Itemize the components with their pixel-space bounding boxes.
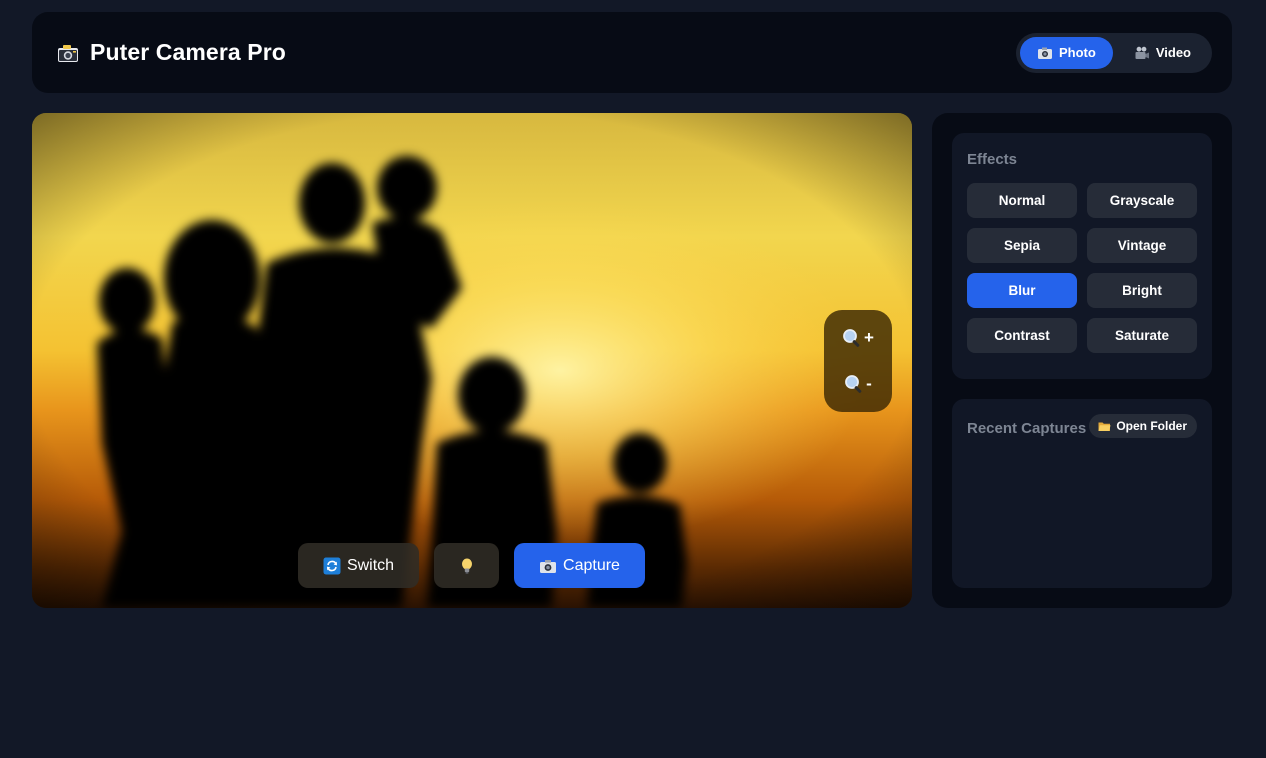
mode-photo-label: Photo	[1059, 45, 1096, 60]
zoom-in-button[interactable]: +	[838, 322, 878, 354]
effect-normal-button[interactable]: Normal	[967, 183, 1077, 218]
recent-captures-panel: Recent Captures Open Folder	[952, 399, 1212, 588]
effect-contrast-button[interactable]: Contrast	[967, 318, 1077, 353]
mode-video-button[interactable]: Video	[1117, 37, 1208, 69]
open-folder-button[interactable]: Open Folder	[1089, 414, 1197, 438]
recent-captures-header: Recent Captures Open Folder	[967, 414, 1197, 438]
magnifier-icon	[844, 374, 864, 394]
switch-camera-button[interactable]: Switch	[298, 543, 419, 588]
lightbulb-icon	[458, 557, 476, 575]
effect-vintage-button[interactable]: Vintage	[1087, 228, 1197, 263]
app-title: Puter Camera Pro	[90, 39, 286, 65]
app-header: Puter Camera Pro Photo Video	[32, 12, 1232, 93]
effects-panel: Effects Normal Grayscale Sepia Vintage B…	[952, 133, 1212, 379]
open-folder-label: Open Folder	[1116, 419, 1187, 433]
effects-title: Effects	[967, 151, 1018, 168]
capture-label: Capture	[563, 556, 620, 574]
effect-sepia-button[interactable]: Sepia	[967, 228, 1077, 263]
mode-photo-button[interactable]: Photo	[1020, 36, 1113, 69]
camera-icon	[56, 41, 80, 65]
capture-button[interactable]: Capture	[514, 543, 645, 588]
recent-captures-title: Recent Captures	[967, 420, 1087, 437]
switch-camera-label: Switch	[346, 556, 395, 574]
zoom-in-label: +	[864, 328, 874, 347]
effect-grayscale-button[interactable]: Grayscale	[1087, 183, 1197, 218]
camera-icon	[1037, 46, 1053, 60]
effect-blur-button[interactable]: Blur	[967, 273, 1077, 308]
camera-icon	[539, 557, 557, 575]
effect-saturate-button[interactable]: Saturate	[1087, 318, 1197, 353]
switch-camera-icon	[323, 557, 341, 575]
mode-video-label: Video	[1155, 45, 1191, 60]
brand: Puter Camera Pro	[56, 39, 286, 66]
mode-toggle: Photo Video	[1016, 32, 1212, 73]
camera-viewfinder[interactable]: + - Switch Capture	[32, 113, 912, 608]
effect-bright-button[interactable]: Bright	[1087, 273, 1197, 308]
sidebar: Effects Normal Grayscale Sepia Vintage B…	[932, 113, 1232, 608]
folder-icon	[1098, 421, 1111, 432]
zoom-out-label: -	[866, 374, 872, 393]
zoom-controls: + -	[824, 310, 892, 412]
magnifier-icon	[842, 328, 862, 348]
camera-app: Puter Camera Pro Photo Video + - Switch …	[0, 0, 1266, 758]
flash-toggle-button[interactable]	[434, 543, 499, 588]
camera-controls: Switch Capture	[298, 543, 645, 588]
effects-grid: Normal Grayscale Sepia Vintage Blur Brig…	[967, 183, 1197, 353]
video-camera-icon	[1134, 46, 1150, 60]
camera-preview-image	[32, 113, 912, 608]
zoom-out-button[interactable]: -	[838, 368, 878, 400]
